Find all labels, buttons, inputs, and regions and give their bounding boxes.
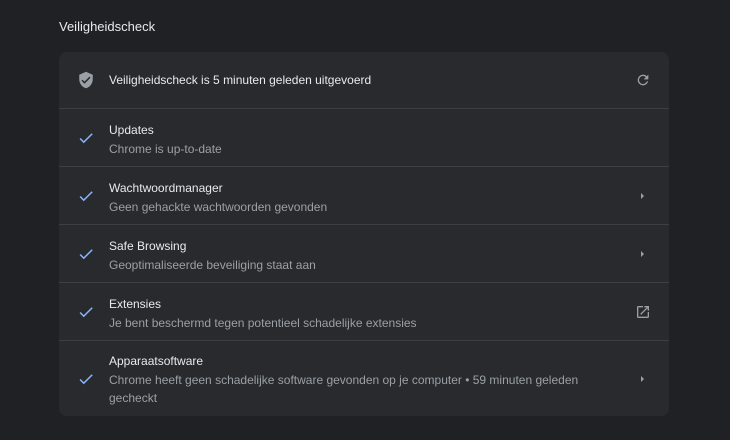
item-subtitle: Geoptimaliseerde beveiliging staat aan bbox=[109, 258, 316, 272]
item-device-software-text: Apparaatsoftware Chrome heeft geen schad… bbox=[109, 353, 609, 407]
open-in-new-icon[interactable] bbox=[635, 304, 651, 320]
checkmark-icon bbox=[79, 374, 93, 385]
checkmark-icon bbox=[79, 249, 93, 260]
item-title: Safe Browsing bbox=[109, 239, 187, 253]
item-extensions[interactable]: Extensies Je bent beschermd tegen potent… bbox=[59, 282, 669, 340]
item-updates: Updates Chrome is up-to-date bbox=[59, 108, 669, 166]
item-password-manager[interactable]: Wachtwoordmanager Geen gehackte wachtwoo… bbox=[59, 166, 669, 224]
chevron-right-icon[interactable] bbox=[640, 249, 646, 259]
checkmark-icon bbox=[79, 307, 93, 318]
item-title: Extensies bbox=[109, 297, 162, 311]
item-subtitle: Je bent beschermd tegen potentieel schad… bbox=[109, 316, 417, 330]
chevron-right-icon[interactable] bbox=[640, 191, 646, 201]
section-title: Veiligheidscheck bbox=[59, 19, 156, 34]
item-title: Apparaatsoftware bbox=[109, 354, 204, 368]
item-title: Wachtwoordmanager bbox=[109, 181, 223, 195]
item-safe-browsing-text: Safe Browsing Geoptimaliseerde beveiligi… bbox=[109, 238, 609, 274]
safety-check-card: Veiligheidscheck is 5 minuten geleden ui… bbox=[59, 52, 669, 416]
checkmark-icon bbox=[79, 191, 93, 202]
item-device-software[interactable]: Apparaatsoftware Chrome heeft geen schad… bbox=[59, 340, 669, 416]
item-subtitle: Geen gehackte wachtwoorden gevonden bbox=[109, 200, 328, 214]
item-extensions-text: Extensies Je bent beschermd tegen potent… bbox=[109, 296, 609, 332]
item-password-manager-text: Wachtwoordmanager Geen gehackte wachtwoo… bbox=[109, 180, 609, 216]
header-text: Veiligheidscheck is 5 minuten geleden ui… bbox=[109, 72, 609, 88]
shield-check-icon bbox=[79, 71, 93, 89]
item-safe-browsing[interactable]: Safe Browsing Geoptimaliseerde beveiligi… bbox=[59, 224, 669, 282]
header-status: Veiligheidscheck is 5 minuten geleden ui… bbox=[109, 73, 372, 87]
safety-check-page: Veiligheidscheck Veiligheidscheck is 5 m… bbox=[0, 0, 730, 440]
chevron-right-icon[interactable] bbox=[640, 374, 646, 384]
safety-check-header: Veiligheidscheck is 5 minuten geleden ui… bbox=[59, 52, 669, 108]
refresh-icon[interactable] bbox=[635, 72, 651, 88]
item-updates-text: Updates Chrome is up-to-date bbox=[109, 122, 609, 158]
item-subtitle: Chrome is up-to-date bbox=[109, 142, 222, 156]
checkmark-icon bbox=[79, 133, 93, 144]
item-title: Updates bbox=[109, 123, 154, 137]
item-subtitle: Chrome heeft geen schadelijke software g… bbox=[109, 373, 579, 405]
